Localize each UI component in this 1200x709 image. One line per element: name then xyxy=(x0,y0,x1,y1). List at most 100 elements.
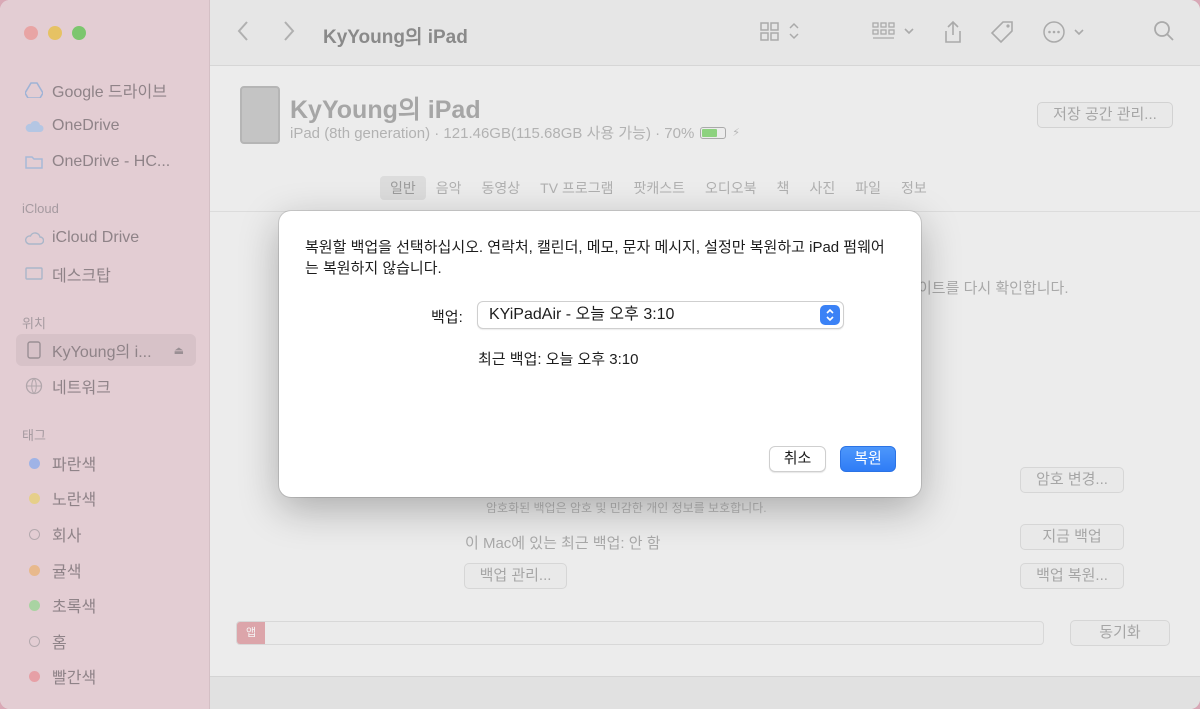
tab-files[interactable]: 파일 xyxy=(845,176,891,200)
sidebar-tag-orange[interactable]: 귤색 xyxy=(16,554,196,586)
sidebar-item-label: 빨간색 xyxy=(52,670,97,687)
device-tabs: 일반 음악 동영상 TV 프로그램 팟캐스트 오디오북 책 사진 파일 정보 xyxy=(380,176,937,200)
tab-photos[interactable]: 사진 xyxy=(799,176,845,200)
tag-dot-icon xyxy=(28,528,40,540)
group-by-icon[interactable] xyxy=(872,20,918,48)
device-info: iPad (8th generation) · 121.46GB(115.68G… xyxy=(290,122,740,143)
change-password-button[interactable]: 암호 변경... xyxy=(1020,467,1124,493)
dialog-message: 복원할 백업을 선택하십시오. 연락처, 캘린더, 메모, 문자 메시지, 설정… xyxy=(305,239,885,277)
update-check-text: 이트를 다시 확인합니다. xyxy=(918,280,1069,297)
sidebar-item-desktop[interactable]: 데스크탑 xyxy=(16,258,196,290)
restore-backup-button[interactable]: 백업 복원... xyxy=(1020,563,1124,589)
sidebar-section-tags: 태그 xyxy=(22,428,46,443)
device-info-text: iPad (8th generation) · 121.46GB(115.68G… xyxy=(290,125,695,142)
sidebar-tag-blue[interactable]: 파란색 xyxy=(16,447,196,479)
sidebar-tag-home[interactable]: 홈 xyxy=(16,625,196,657)
sidebar-item-icloud-drive[interactable]: iCloud Drive xyxy=(16,222,196,254)
more-actions-icon[interactable] xyxy=(1043,20,1089,50)
view-grid-icon[interactable] xyxy=(760,20,804,48)
sidebar-item-label: OneDrive - HC... xyxy=(52,153,171,170)
backup-select[interactable]: KYiPadAir - 오늘 오후 3:10 xyxy=(477,301,844,329)
restore-button[interactable]: 복원 xyxy=(840,446,896,472)
sidebar-tag-red[interactable]: 빨간색 xyxy=(16,660,196,692)
backup-now-button[interactable]: 지금 백업 xyxy=(1020,524,1124,550)
storage-bar: 앱 xyxy=(236,621,1044,645)
ipad-icon xyxy=(24,341,44,359)
backup-select-value: KYiPadAir - 오늘 오후 3:10 xyxy=(489,306,675,323)
sidebar-item-label: iCloud Drive xyxy=(52,229,140,246)
sidebar-item-label: 초록색 xyxy=(52,599,97,616)
tab-audiobooks[interactable]: 오디오북 xyxy=(695,176,767,200)
status-bar xyxy=(210,676,1200,709)
tag-dot-icon xyxy=(28,457,40,469)
sidebar-tag-green[interactable]: 초록색 xyxy=(16,589,196,621)
tag-dot-icon xyxy=(28,564,40,576)
sidebar-item-ipad[interactable]: KyYoung의 i... ⏏ xyxy=(16,334,196,366)
sidebar-item-label: 귤색 xyxy=(52,564,82,581)
recent-backup-text: 최근 백업: 오늘 오후 3:10 xyxy=(478,351,639,368)
window-controls xyxy=(24,26,86,40)
sidebar-item-label: 파란색 xyxy=(52,457,97,474)
sidebar-section-icloud: iCloud xyxy=(22,201,59,216)
sidebar-item-onedrive-hc[interactable]: OneDrive - HC... xyxy=(16,146,196,178)
restore-backup-dialog: 복원할 백업을 선택하십시오. 연락처, 캘린더, 메모, 문자 메시지, 설정… xyxy=(279,211,921,497)
desktop-icon xyxy=(24,267,44,281)
manage-backups-button[interactable]: 백업 관리... xyxy=(464,563,567,589)
sidebar-item-label: 회사 xyxy=(52,528,82,545)
folder-icon xyxy=(24,155,44,169)
close-window-button[interactable] xyxy=(24,26,38,40)
cancel-button[interactable]: 취소 xyxy=(769,446,826,472)
sync-button[interactable]: 동기화 xyxy=(1070,620,1170,646)
sidebar-item-onedrive[interactable]: OneDrive xyxy=(16,110,196,142)
window-title: KyYoung의 iPad xyxy=(323,27,468,48)
sidebar-tag-yellow[interactable]: 노란색 xyxy=(16,482,196,514)
charging-icon: ⚡ xyxy=(732,127,741,139)
tag-dot-icon xyxy=(28,599,40,611)
tab-general[interactable]: 일반 xyxy=(380,176,426,200)
backup-select-label: 백업: xyxy=(431,309,463,326)
ipad-device-image xyxy=(240,86,280,144)
battery-fill xyxy=(702,128,718,137)
sidebar-item-label: 노란색 xyxy=(52,492,97,509)
cloud-icon xyxy=(24,119,44,133)
network-icon xyxy=(24,377,44,395)
sidebar-item-label: 홈 xyxy=(52,635,67,652)
tab-movies[interactable]: 동영상 xyxy=(472,176,531,200)
sidebar-item-label: KyYoung의 i... xyxy=(52,344,152,361)
last-backup-text: 이 Mac에 있는 최근 백업: 안 함 xyxy=(465,535,661,552)
minimize-window-button[interactable] xyxy=(48,26,62,40)
storage-segment-apps: 앱 xyxy=(237,622,265,644)
sidebar: Google 드라이브 OneDrive OneDrive - HC... iC… xyxy=(0,0,210,709)
tag-dot-icon xyxy=(28,635,40,647)
sidebar-item-label: 네트워크 xyxy=(52,380,111,397)
toolbar: KyYoung의 iPad xyxy=(210,0,1200,66)
sidebar-item-label: Google 드라이브 xyxy=(52,84,167,101)
tab-music[interactable]: 음악 xyxy=(426,176,472,200)
sidebar-item-label: 데스크탑 xyxy=(52,268,111,285)
tab-podcasts[interactable]: 팟캐스트 xyxy=(623,176,695,200)
tag-icon[interactable] xyxy=(990,20,1016,50)
tag-dot-icon xyxy=(28,492,40,504)
sidebar-item-google-drive[interactable]: Google 드라이브 xyxy=(16,74,196,106)
tab-books[interactable]: 책 xyxy=(767,176,800,200)
manage-storage-button[interactable]: 저장 공간 관리... xyxy=(1037,102,1173,128)
zoom-window-button[interactable] xyxy=(72,26,86,40)
chevron-updown-icon xyxy=(820,305,840,325)
search-icon[interactable] xyxy=(1153,20,1175,48)
tag-dot-icon xyxy=(28,670,40,682)
forward-icon[interactable] xyxy=(282,20,296,48)
eject-icon[interactable]: ⏏ xyxy=(174,344,184,357)
google-drive-icon xyxy=(24,82,44,98)
tab-info[interactable]: 정보 xyxy=(891,176,937,200)
sidebar-item-network[interactable]: 네트워크 xyxy=(16,370,196,402)
share-icon[interactable] xyxy=(943,20,963,50)
tab-tv-shows[interactable]: TV 프로그램 xyxy=(530,176,623,200)
device-name: KyYoung의 iPad xyxy=(290,96,481,124)
icloud-icon xyxy=(24,231,44,245)
encrypt-note: 암호화된 백업은 암호 및 민감한 개인 정보를 보호합니다. xyxy=(486,501,767,515)
battery-icon xyxy=(700,126,727,139)
sidebar-tag-work[interactable]: 회사 xyxy=(16,518,196,550)
back-icon[interactable] xyxy=(236,20,250,48)
sidebar-section-locations: 위치 xyxy=(22,316,46,331)
sidebar-item-label: OneDrive xyxy=(52,117,120,134)
